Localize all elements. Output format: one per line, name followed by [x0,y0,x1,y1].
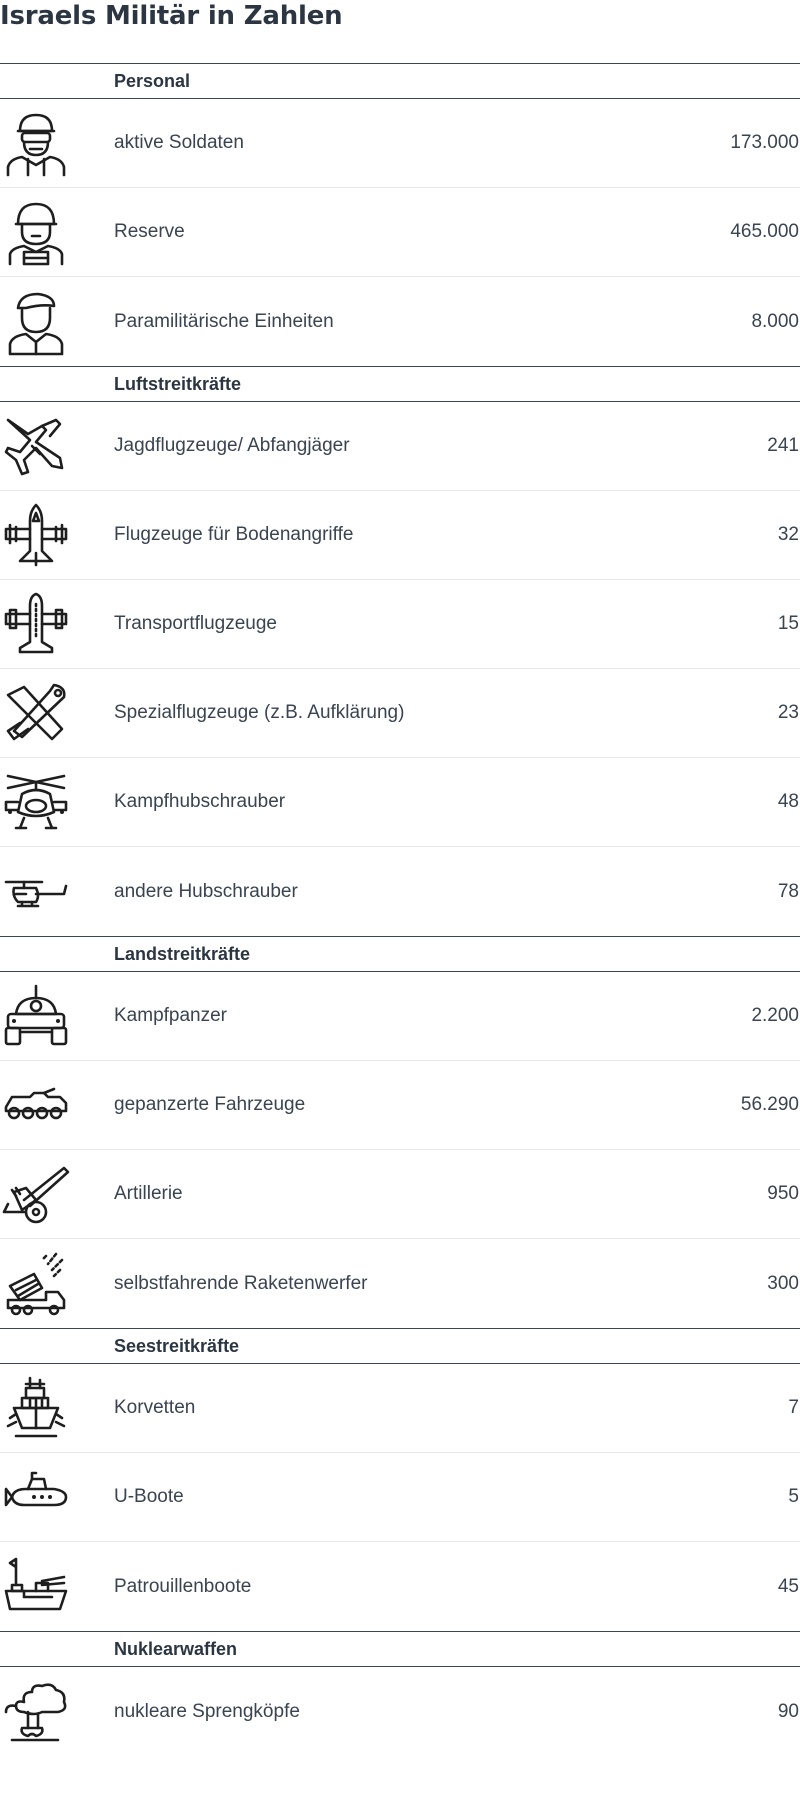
row-label: Kampfpanzer [114,1005,228,1026]
row-value: 173.000 [730,132,799,153]
row-value: 465.000 [730,221,799,242]
page-title: Israels Militär in Zahlen [0,1,343,31]
row-value: 78 [777,880,799,902]
row-value: 5 [788,1486,799,1507]
tank-icon [0,980,72,1052]
row-label: Paramilitärische Einheiten [114,310,334,332]
row-label: selbstfahrende Raketenwerfer [114,1272,368,1294]
row-label: Reserve [114,221,185,242]
section-header-nuclear: Nuklearwaffen [0,1631,800,1667]
table-row: nukleare Sprengköpfe 90 [0,1667,800,1756]
table-row: Jagdflugzeuge/ Abfangjäger 241 [0,402,800,491]
row-label: Korvetten [114,1397,196,1418]
row-label: nukleare Sprengköpfe [114,1700,300,1722]
row-value: 23 [777,702,799,723]
row-value: 241 [767,435,799,456]
fighter-jet-icon [0,410,72,482]
table-row: aktive Soldaten 173.000 [0,99,800,188]
row-label: aktive Soldaten [114,132,244,153]
section-label: Personal [114,70,191,91]
row-label: Jagdflugzeuge/ Abfangjäger [114,435,350,456]
row-label: Kampfhubschrauber [114,791,286,812]
table-row: Patrouillenboote 45 [0,1542,800,1631]
row-value: 45 [777,1575,799,1597]
section-label: Luftstreitkräfte [114,373,242,394]
row-label: andere Hubschrauber [114,880,298,902]
table-row: Korvetten 7 [0,1364,800,1453]
section-header-navy: Seestreitkräfte [0,1328,800,1364]
table-row: Kampfhubschrauber 48 [0,758,800,847]
table-row: Reserve 465.000 [0,188,800,277]
patrol-boat-icon [0,1551,72,1623]
attack-helicopter-icon [0,766,72,838]
section-label: Nuklearwaffen [114,1638,238,1659]
military-stats-table: Personal aktive Soldaten 173.000 Reserve… [0,63,800,1756]
section-label: Landstreitkräfte [114,943,251,964]
row-value: 300 [767,1272,799,1294]
row-label: Spezialflugzeuge (z.B. Aufklärung) [114,702,405,723]
section-header-land-forces: Landstreitkräfte [0,936,800,972]
soldier-beret-icon [0,286,72,358]
row-label: gepanzerte Fahrzeuge [114,1094,306,1115]
corvette-icon [0,1372,72,1444]
row-label: Flugzeuge für Bodenangriffe [114,524,354,545]
armored-vehicle-icon [0,1069,72,1141]
table-row: Kampfpanzer 2.200 [0,972,800,1061]
drone-icon [0,677,72,749]
row-value: 8.000 [751,310,799,332]
row-value: 32 [777,524,799,545]
row-label: Transportflugzeuge [114,613,278,634]
section-header-personal: Personal [0,63,800,99]
row-value: 56.290 [740,1094,799,1115]
table-row: andere Hubschrauber 78 [0,847,800,936]
helicopter-icon [0,856,72,928]
rocket-launcher-icon [0,1248,72,1320]
row-label: Patrouillenboote [114,1575,252,1597]
table-row: Paramilitärische Einheiten 8.000 [0,277,800,366]
row-value: 2.200 [751,1005,799,1026]
submarine-icon [0,1461,72,1533]
table-row: Spezialflugzeuge (z.B. Aufklärung) 23 [0,669,800,758]
soldier-helmet-icon [0,196,72,268]
attack-aircraft-icon [0,499,72,571]
row-value: 48 [777,791,799,812]
row-value: 950 [767,1183,799,1204]
artillery-icon [0,1158,72,1230]
row-value: 7 [788,1397,799,1418]
row-value: 90 [777,1700,799,1722]
section-label: Seestreitkräfte [114,1335,240,1356]
table-row: Artillerie 950 [0,1150,800,1239]
mushroom-cloud-icon [0,1676,72,1748]
table-row: Flugzeuge für Bodenangriffe 32 [0,491,800,580]
row-label: U-Boote [114,1486,184,1507]
table-row: Transportflugzeuge 15 [0,580,800,669]
table-row: U-Boote 5 [0,1453,800,1542]
soldier-goggles-icon [0,107,72,179]
section-header-air-force: Luftstreitkräfte [0,366,800,402]
table-row: gepanzerte Fahrzeuge 56.290 [0,1061,800,1150]
transport-aircraft-icon [0,588,72,660]
table-row: selbstfahrende Raketenwerfer 300 [0,1239,800,1328]
row-value: 15 [777,613,799,634]
row-label: Artillerie [114,1183,183,1204]
